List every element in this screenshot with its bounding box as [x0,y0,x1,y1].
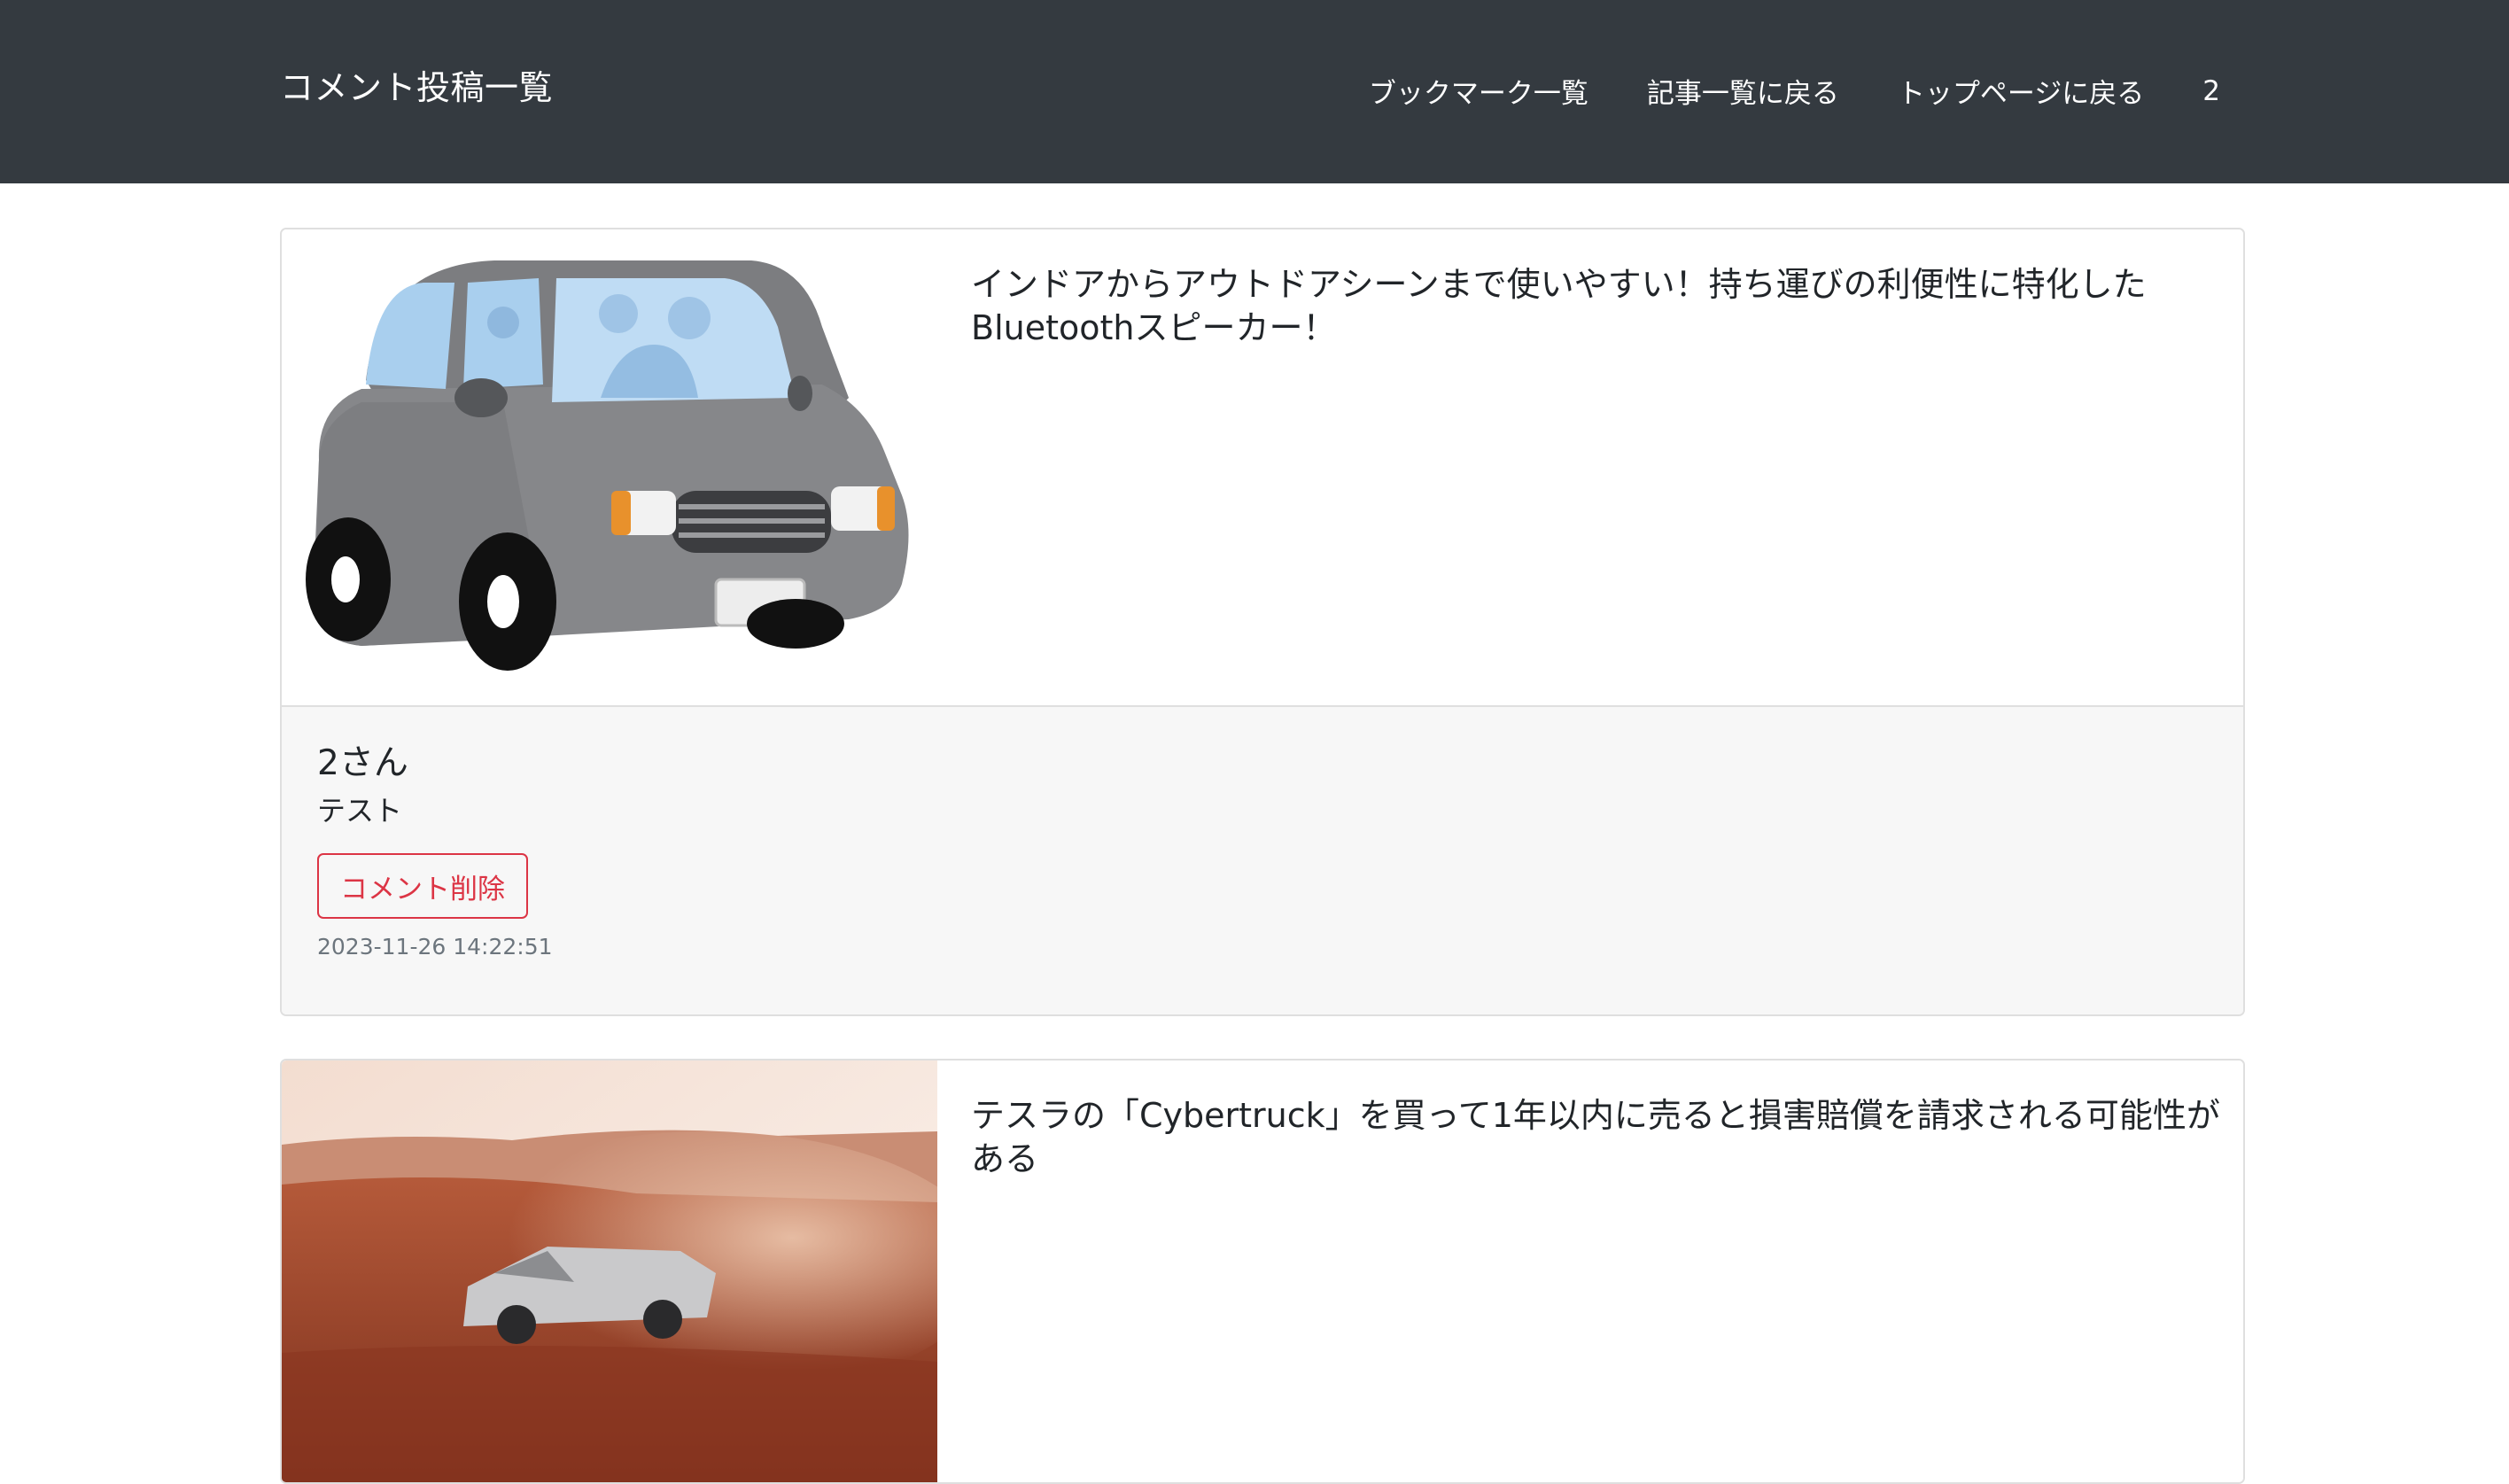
article-summary: テスラの「Cybertruck」を買って1年以内に売ると損害賠償を請求される可能… [282,1061,2243,1484]
article-title[interactable]: インドアからアウトドアシーンまで使いやすい！持ち運びの利便性に特化したBluet… [971,263,2220,350]
delete-comment-button[interactable]: コメント削除 [317,853,528,919]
comment-author: 2さん [317,743,408,783]
top-navbar: コメント投稿一覧 ブックマーク一覧 記事一覧に戻る トップページに戻る 2 [0,0,2509,183]
navbar-links: ブックマーク一覧 記事一覧に戻る トップページに戻る 2 [1369,71,2220,111]
cybertruck-photo-image[interactable] [282,1061,937,1484]
navbar-brand[interactable]: コメント投稿一覧 [280,60,553,109]
nav-link-bookmarks[interactable]: ブックマーク一覧 [1369,71,1589,111]
nav-link-back-to-articles[interactable]: 記事一覧に戻る [1647,71,1839,111]
comment-card: テスラの「Cybertruck」を買って1年以内に売ると損害賠償を請求される可能… [280,1059,2245,1484]
comment-text: テスト [317,794,403,827]
comment-card: インドアからアウトドアシーンまで使いやすい！持ち運びの利便性に特化したBluet… [280,228,2245,1016]
comment-timestamp: 2023-11-26 14:22:51 [317,934,553,960]
nav-link-user[interactable]: 2 [2202,75,2220,107]
article-title[interactable]: テスラの「Cybertruck」を買って1年以内に売ると損害賠償を請求される可能… [971,1094,2220,1181]
car-illustration-image[interactable] [282,229,937,703]
article-summary: インドアからアウトドアシーンまで使いやすい！持ち運びの利便性に特化したBluet… [282,229,2243,707]
comment-body: 2さん テスト コメント削除 2023-11-26 14:22:51 [282,707,2243,1014]
nav-link-back-to-top[interactable]: トップページに戻る [1898,71,2144,111]
